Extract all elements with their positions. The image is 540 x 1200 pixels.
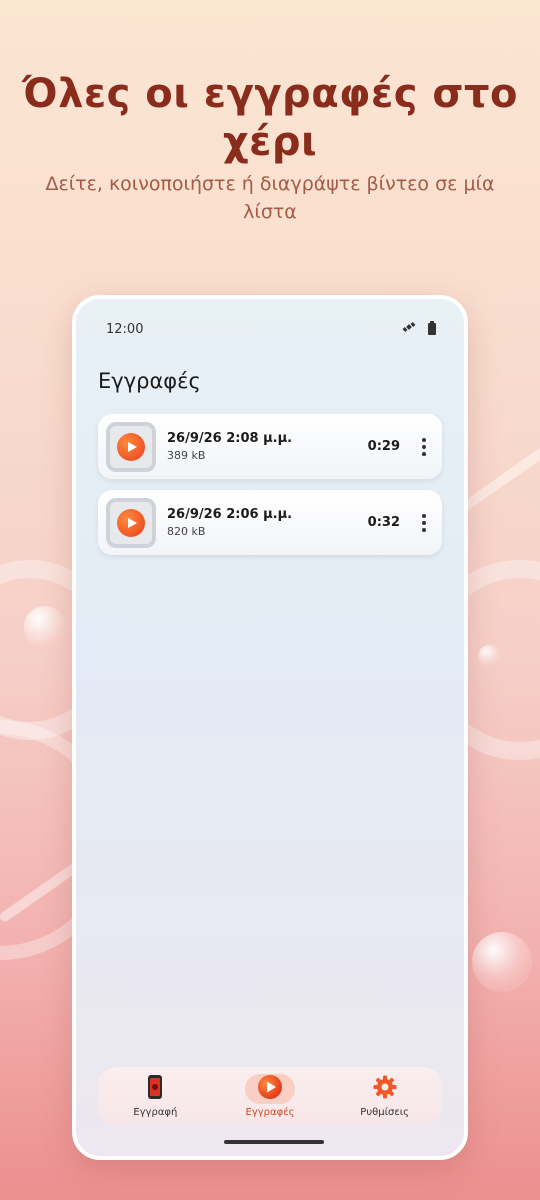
more-options-button[interactable] [414, 508, 434, 538]
phone-mockup: 12:00 Εγγραφές 26/9/26 2:08 μ.μ. 389 kB … [72, 295, 468, 1160]
nav-item-recordings[interactable]: Εγγραφές [220, 1074, 320, 1118]
video-thumbnail[interactable] [106, 421, 156, 472]
decor-bubble [478, 645, 500, 667]
recording-duration: 0:29 [367, 439, 400, 454]
recording-size: 820 kB [167, 525, 206, 538]
decor-bubble [24, 606, 66, 648]
page-title: Εγγραφές [98, 369, 201, 393]
list-item[interactable]: 26/9/26 2:06 μ.μ. 820 kB 0:32 [98, 490, 442, 555]
battery-icon [428, 321, 436, 335]
nav-label: Εγγραφές [245, 1107, 295, 1118]
bottom-navigation: Εγγραφή Εγγραφές Ρυθμίσεις [98, 1067, 442, 1125]
nav-item-settings[interactable]: Ρυθμίσεις [335, 1074, 435, 1118]
video-thumbnail[interactable] [106, 497, 156, 548]
recording-date: 26/9/26 2:08 μ.μ. [167, 431, 293, 446]
nav-label: Ρυθμίσεις [360, 1107, 409, 1118]
satellite-icon [402, 320, 416, 338]
recording-size: 389 kB [167, 449, 206, 462]
nav-item-record[interactable]: Εγγραφή [105, 1074, 205, 1118]
phone-record-icon [147, 1074, 163, 1104]
nav-label: Εγγραφή [133, 1107, 178, 1118]
play-icon [117, 508, 145, 537]
status-time: 12:00 [106, 321, 144, 337]
decor-bubble [472, 932, 532, 992]
gear-icon [372, 1074, 398, 1104]
more-options-button[interactable] [414, 432, 434, 462]
home-indicator[interactable] [224, 1140, 324, 1144]
recording-duration: 0:32 [367, 515, 400, 530]
promo-headline: Όλες οι εγγραφές στο χέρι [21, 71, 519, 165]
status-bar: 12:00 [106, 319, 436, 339]
list-item[interactable]: 26/9/26 2:08 μ.μ. 389 kB 0:29 [98, 414, 442, 479]
recording-date: 26/9/26 2:06 μ.μ. [167, 507, 293, 522]
play-icon [117, 432, 145, 461]
promo-subline: Δείτε, κοινοποιήστε ή διαγράψτε βίντεο σ… [45, 173, 495, 223]
play-icon [257, 1074, 283, 1104]
recordings-list: 26/9/26 2:08 μ.μ. 389 kB 0:29 26/9/26 2:… [98, 414, 442, 566]
